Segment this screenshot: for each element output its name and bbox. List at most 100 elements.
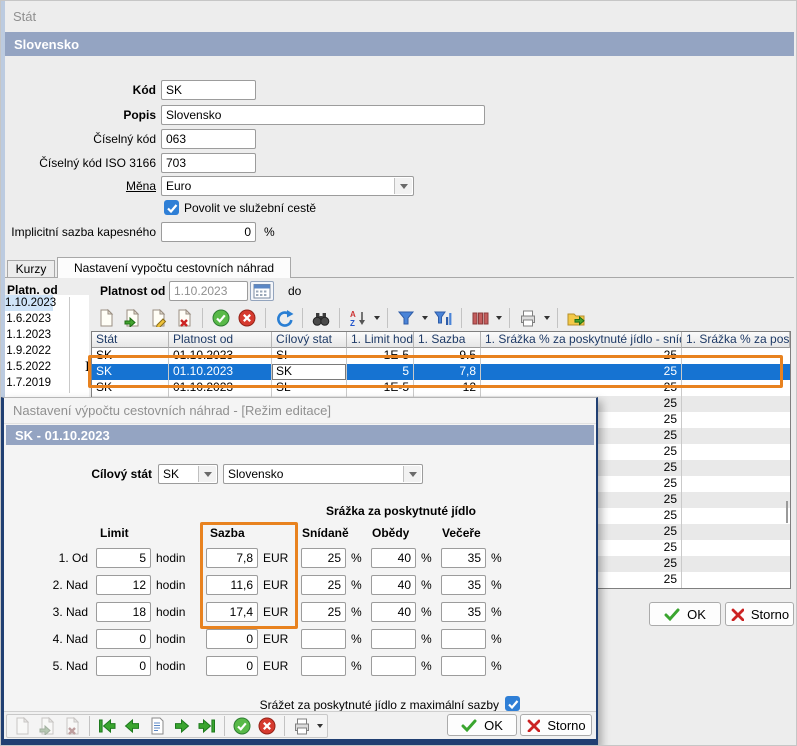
snidane-field[interactable]: [301, 629, 346, 649]
calendar-button[interactable]: [250, 281, 274, 301]
sort-dropdown-arrow[interactable]: [374, 316, 380, 320]
row-label: 3. Nad: [4, 605, 88, 619]
delete-button[interactable]: [173, 307, 195, 329]
copy-button[interactable]: [36, 715, 58, 737]
vecere-field[interactable]: [441, 629, 486, 649]
edit-button[interactable]: [147, 307, 169, 329]
last-record-button[interactable]: [196, 715, 218, 737]
platnost-od-field[interactable]: 1.10.2023: [169, 281, 248, 301]
obedy-field[interactable]: 40: [371, 575, 416, 595]
col-header[interactable]: 1. Limit hodin: [347, 332, 414, 348]
srazet-checkbox[interactable]: [505, 696, 520, 711]
date-item[interactable]: 1.9.2022: [5, 343, 53, 359]
main-storno-button[interactable]: Storno: [725, 602, 794, 626]
accept-button[interactable]: [231, 715, 253, 737]
toolbar-separator: [89, 716, 90, 736]
limit-field[interactable]: 18: [96, 602, 151, 622]
popis-field[interactable]: Slovensko: [161, 105, 485, 125]
search-button[interactable]: [310, 307, 332, 329]
copy-button[interactable]: [121, 307, 143, 329]
limit-field[interactable]: 12: [96, 575, 151, 595]
dialog-title: Nastavení výpočtu cestovních náhrad - [R…: [4, 398, 596, 424]
vecere-field[interactable]: [441, 656, 486, 676]
vecere-field[interactable]: 35: [441, 602, 486, 622]
export-button[interactable]: [565, 307, 587, 329]
columns-button[interactable]: [469, 307, 491, 329]
cancel-button[interactable]: [236, 307, 258, 329]
col-header[interactable]: Stát: [92, 332, 169, 348]
date-panel-scrollbar[interactable]: [69, 297, 70, 393]
table-row-selected[interactable]: SK 01.10.2023 SK 5 7,8 25: [92, 364, 790, 380]
sazba-field[interactable]: 0: [206, 656, 258, 676]
snidane-field[interactable]: [301, 656, 346, 676]
accept-button[interactable]: [210, 307, 232, 329]
col-header[interactable]: Cílový stat: [272, 332, 347, 348]
date-item[interactable]: 1.7.2019: [5, 375, 53, 391]
obedy-field[interactable]: 40: [371, 602, 416, 622]
columns-dropdown-arrow[interactable]: [496, 316, 502, 320]
chevron-down-icon[interactable]: [403, 466, 421, 482]
sort-button[interactable]: [347, 307, 369, 329]
cell-cilovy-edit[interactable]: SK: [272, 364, 347, 380]
next-record-button[interactable]: [171, 715, 193, 737]
obedy-field[interactable]: 40: [371, 548, 416, 568]
date-item[interactable]: 1.6.2023: [5, 311, 53, 327]
main-ok-button[interactable]: OK: [649, 602, 721, 626]
previous-record-button[interactable]: [121, 715, 143, 737]
snidane-field[interactable]: 25: [301, 548, 346, 568]
table-row[interactable]: SK 01.10.2023 SL 1E-5 12 25: [92, 380, 790, 396]
refresh-button[interactable]: [273, 307, 295, 329]
table-row[interactable]: SK 01.10.2023 SI 1E-5 9.5 25: [92, 348, 790, 364]
ciselny-kod-field[interactable]: 063: [161, 129, 256, 149]
snidane-field[interactable]: 25: [301, 602, 346, 622]
delete-button[interactable]: [61, 715, 83, 737]
col-header[interactable]: 1. Sazba: [414, 332, 481, 348]
kod-field[interactable]: SK: [161, 80, 256, 100]
date-item[interactable]: 1.10.2023: [5, 295, 53, 311]
limit-field[interactable]: 0: [96, 629, 151, 649]
obedy-field[interactable]: [371, 629, 416, 649]
print-dropdown-arrow[interactable]: [544, 316, 550, 320]
tab-nastaveni[interactable]: Nastavení vypočtu cestovních náhrad: [57, 257, 291, 278]
print-button[interactable]: [291, 715, 313, 737]
dialog-storno-button[interactable]: Storno: [520, 714, 592, 736]
vecere-field[interactable]: 35: [441, 548, 486, 568]
cilovy-name-select[interactable]: Slovensko: [223, 464, 423, 484]
mena-select[interactable]: Euro: [161, 176, 414, 196]
dialog-ok-button[interactable]: OK: [447, 714, 517, 736]
print-dropdown-arrow[interactable]: [317, 724, 323, 728]
col-header[interactable]: 1. Srážka % za poskytnuté jídlo - snídan…: [481, 332, 682, 348]
record-preview-button[interactable]: [146, 715, 168, 737]
povolit-checkbox[interactable]: [164, 200, 179, 215]
new-button[interactable]: [95, 307, 117, 329]
filter-chart-button[interactable]: [432, 307, 454, 329]
vecere-field[interactable]: 35: [441, 575, 486, 595]
first-record-button[interactable]: [96, 715, 118, 737]
sazba-field[interactable]: 17,4: [206, 602, 258, 622]
ok-label: OK: [687, 607, 706, 622]
chevron-down-icon[interactable]: [198, 466, 216, 482]
mena-label[interactable]: Měna: [6, 179, 156, 193]
kapesne-field[interactable]: 0: [161, 222, 256, 242]
tab-kurzy[interactable]: Kurzy: [7, 260, 55, 278]
grid-scrollbar-thumb[interactable]: [786, 501, 788, 523]
new-button[interactable]: [11, 715, 33, 737]
filter-dropdown-arrow[interactable]: [422, 316, 428, 320]
date-item[interactable]: 1.1.2023: [5, 327, 53, 343]
limit-field[interactable]: 0: [96, 656, 151, 676]
iso-field[interactable]: 703: [161, 153, 256, 173]
cilovy-code-select[interactable]: SK: [158, 464, 218, 484]
sazba-field[interactable]: 7,8: [206, 548, 258, 568]
limit-field[interactable]: 5: [96, 548, 151, 568]
date-item[interactable]: 1.5.2022: [5, 359, 53, 375]
sazba-field[interactable]: 0: [206, 629, 258, 649]
col-header[interactable]: Platnost od: [169, 332, 272, 348]
print-button[interactable]: [517, 307, 539, 329]
sazba-field[interactable]: 11,6: [206, 575, 258, 595]
obedy-field[interactable]: [371, 656, 416, 676]
col-header[interactable]: 1. Srážka % za pos: [682, 332, 790, 348]
snidane-field[interactable]: 25: [301, 575, 346, 595]
chevron-down-icon[interactable]: [394, 178, 412, 194]
cancel-button[interactable]: [256, 715, 278, 737]
filter-button[interactable]: [395, 307, 417, 329]
